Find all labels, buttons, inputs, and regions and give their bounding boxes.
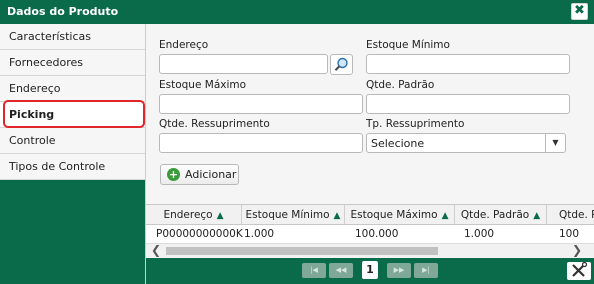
grid-header: Endereço ▲ Estoque Mínimo ▲ Estoque Máximo… [146, 204, 594, 225]
search-button[interactable] [330, 54, 353, 75]
sidebar-item-label: Tipos de Controle [9, 160, 106, 173]
endereco-label: Endereço [159, 39, 209, 51]
prev-page-icon[interactable]: ◀◀ [329, 263, 353, 278]
tp-ressuprimento-label: Tp. Ressuprimento [366, 118, 465, 130]
sidebar-item-fornecedores[interactable]: Fornecedores [0, 50, 145, 76]
cell-estoque-minimo: 1.000 [244, 228, 275, 240]
plus-icon: + [167, 168, 180, 181]
column-header-qtde-ressuprimento[interactable]: Qtde. R [547, 205, 594, 225]
estoque-maximo-label: Estoque Máximo [159, 79, 247, 91]
tp-ressuprimento-selected: Selecione [371, 137, 425, 150]
scrollbar-thumb[interactable] [166, 247, 438, 255]
qtde-padrao-label: Qtde. Padrão [366, 79, 435, 91]
scroll-right-icon[interactable]: ❯ [572, 243, 582, 257]
estoque-minimo-input[interactable] [366, 54, 570, 74]
sort-asc-icon: ▲ [533, 211, 541, 221]
search-icon [334, 57, 348, 71]
sidebar-item-label: Picking [9, 108, 55, 121]
sort-asc-icon: ▲ [216, 211, 224, 221]
sidebar-item-label: Endereço [9, 82, 61, 95]
close-button[interactable]: ✖ [571, 3, 588, 20]
product-dialog: Dados do Produto ✖ Características Forne… [0, 0, 594, 284]
chevron-down-icon[interactable]: ▼ [545, 133, 565, 153]
cell-qtde-ressuprimento: 100 [559, 228, 580, 240]
endereco-input[interactable] [159, 54, 328, 74]
estoque-maximo-input[interactable] [159, 94, 363, 114]
column-header-qtde-padrao[interactable]: Qtde. Padrão ▲ [455, 205, 547, 225]
cell-endereco: P00000000000K [156, 228, 243, 240]
table-row[interactable]: P00000000000K 1.000 100.000 1.000 100 [146, 225, 594, 244]
pager: |◀ ◀◀ 1 ▶▶ ▶| [146, 258, 594, 284]
sidebar-item-tipos-de-controle[interactable]: Tipos de Controle [0, 154, 145, 180]
qtde-ressuprimento-label: Qtde. Ressuprimento [159, 118, 270, 130]
add-button[interactable]: + Adicionar [160, 164, 239, 185]
column-header-endereco[interactable]: Endereço ▲ [146, 205, 242, 225]
picking-grid: Endereço ▲ Estoque Mínimo ▲ Estoque Máximo… [146, 204, 594, 284]
sort-asc-icon: ▲ [441, 211, 449, 221]
qtde-padrao-input[interactable] [366, 94, 570, 114]
estoque-minimo-label: Estoque Mínimo [366, 39, 450, 51]
qtde-ressuprimento-input[interactable] [159, 133, 363, 153]
sidebar-item-label: Características [9, 30, 92, 43]
sidebar-item-label: Controle [9, 134, 56, 147]
sidebar-item-controle[interactable]: Controle [0, 128, 145, 154]
first-page-icon[interactable]: |◀ [302, 263, 326, 278]
dialog-titlebar: Dados do Produto ✖ [0, 0, 594, 24]
cell-qtde-padrao: 1.000 [464, 228, 495, 240]
sidebar-item-endereco[interactable]: Endereço [0, 76, 145, 102]
sidebar-item-picking[interactable]: Picking [0, 102, 145, 128]
current-page[interactable]: 1 [362, 261, 378, 279]
sidebar-item-caracteristicas[interactable]: Características [0, 24, 145, 50]
add-button-label: Adicionar [185, 168, 237, 181]
column-header-estoque-minimo[interactable]: Estoque Mínimo ▲ [242, 205, 345, 225]
close-icon: ✖ [574, 3, 585, 18]
sidebar-item-label: Fornecedores [9, 56, 84, 69]
tools-button[interactable] [567, 261, 591, 280]
sidebar: Características Fornecedores Endereço Pi… [0, 24, 145, 284]
sort-asc-icon: ▲ [333, 211, 341, 221]
column-header-estoque-maximo[interactable]: Estoque Máximo ▲ [345, 205, 455, 225]
next-page-icon[interactable]: ▶▶ [387, 263, 411, 278]
scroll-left-icon[interactable]: ❮ [151, 243, 161, 257]
tp-ressuprimento-select[interactable]: Selecione ▼ [366, 133, 566, 153]
last-page-icon[interactable]: ▶| [414, 263, 438, 278]
picking-panel: Endereço Estoque Mínimo Estoque Máximo Q… [145, 24, 594, 284]
dialog-title: Dados do Produto [7, 5, 119, 18]
cell-estoque-maximo: 100.000 [355, 228, 399, 240]
tools-icon [572, 261, 588, 277]
horizontal-scrollbar[interactable]: ❮ ❯ [146, 243, 594, 257]
